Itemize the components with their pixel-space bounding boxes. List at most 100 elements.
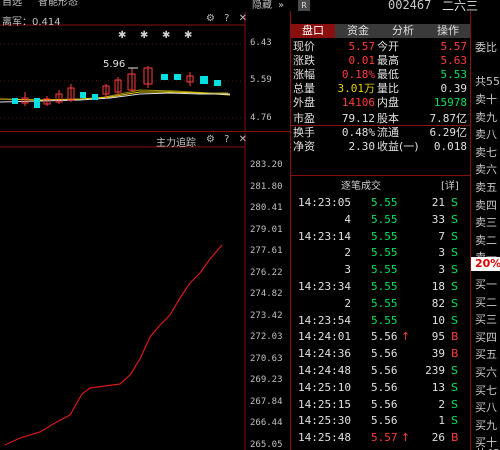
trade-row[interactable]: 14:23:34 5.55 18 S [291, 280, 470, 294]
trade-row[interactable]: 14:24:01 5.56 ↑ 95 B [291, 330, 470, 344]
quote-value: 79.12 [341, 112, 375, 125]
buy-level-label: 买四 [475, 330, 497, 344]
main-force-panel[interactable]: 主力追踪 ⚙ ? ✕ 283.20 281.80 280.41 279.01 277.6… [0, 133, 290, 450]
trade-row[interactable]: 14:25:30 5.56 1 S [291, 414, 470, 428]
quote-label: 最低 [377, 68, 399, 81]
lower-y-label: 265.05 [250, 439, 283, 450]
trade-row[interactable]: 14:24:48 5.56 239 S [291, 364, 470, 378]
quote-value: 0.48% [341, 126, 375, 139]
tab-funds[interactable]: 资金 [336, 24, 380, 38]
trade-time: 2 [344, 246, 351, 260]
trade-volume: 10 [431, 313, 445, 327]
trades-detail-link[interactable]: [详] [441, 177, 459, 192]
trade-row[interactable]: 3 5.55 3 S [291, 263, 470, 277]
buy-level-label: 买八 [475, 401, 497, 415]
quote-row: 换手 0.48% 流通 6.29亿 [291, 126, 470, 140]
commission-ratio-value: 20% [471, 257, 500, 271]
trade-volume: 3 [438, 246, 445, 260]
y-label-top: 6.43 [250, 38, 272, 48]
trade-row[interactable]: 2 5.55 3 S [291, 246, 470, 260]
trade-row[interactable]: 14:25:15 5.56 2 S [291, 398, 470, 412]
quote-value: 0.39 [440, 82, 468, 95]
trade-time: 14:24:01 [298, 330, 351, 344]
r-badge[interactable]: R [298, 0, 310, 11]
quote-value: 7.87亿 [429, 112, 468, 125]
trade-price: 5.55 [371, 246, 398, 260]
trade-volume: 82 [431, 296, 445, 310]
quote-label: 涨幅 [293, 68, 315, 81]
lower-y-label: 280.41 [250, 203, 283, 213]
trade-price: 5.55 [371, 263, 398, 277]
quote-row: 涨幅 0.18% 最低 5.53 [291, 68, 470, 82]
lower-toolbar-icons[interactable]: ⚙ ? ✕ [206, 134, 250, 145]
main-force-chart [0, 133, 246, 450]
trade-row[interactable]: 14:23:54 5.55 10 S [291, 314, 470, 328]
trade-row[interactable]: 14:24:36 5.56 39 B [291, 347, 470, 361]
hide-button[interactable]: 隐藏 [252, 0, 272, 12]
trade-price: 5.55 [371, 196, 398, 209]
candlestick-chart: ✱ ✱ ✱ ✱ [0, 12, 246, 132]
sell-level-label: 卖四 [475, 198, 497, 212]
trade-volume: 39 [431, 347, 445, 361]
trade-volume: 21 [431, 196, 445, 209]
sell-level-label: 卖二 [475, 233, 497, 247]
trade-volume: 33 [431, 212, 445, 226]
quote-label: 流通 [377, 126, 399, 139]
buy-total-label: 共43 [475, 445, 500, 450]
trade-time: 14:25:15 [298, 397, 351, 411]
trade-price: 5.56 [371, 364, 398, 377]
trade-volume: 95 [431, 330, 445, 344]
trade-row[interactable]: 2 5.55 82 S [291, 297, 470, 311]
trade-side: S [451, 280, 458, 293]
high-callout: 5.96 [103, 59, 126, 70]
lower-y-label: 272.03 [250, 332, 283, 342]
quote-value: 6.29亿 [429, 126, 468, 139]
trade-row[interactable]: 14:23:14 5.55 7 S [291, 230, 470, 244]
tab-smart-pattern[interactable]: 智能形态 [38, 0, 78, 10]
sell-level-label: 卖十 [475, 93, 497, 106]
expand-arrow-icon[interactable]: » [278, 0, 284, 12]
svg-text:✱: ✱ [162, 30, 170, 41]
candlestick-panel[interactable]: ✱ ✱ ✱ ✱ 离军：0.414 ⚙ ? ✕ 5.96 6.43 5.59 4.… [0, 12, 290, 132]
trade-row[interactable]: 14:23:05 5.55 21 S [291, 196, 470, 210]
trade-side: S [451, 263, 458, 277]
trade-price: 5.56 [371, 414, 398, 428]
trade-side: B [451, 431, 459, 445]
quote-value: 0.018 [433, 140, 467, 153]
sell-level-label: 卖八 [475, 128, 497, 142]
trade-side: S [451, 246, 458, 260]
quote-row: 外盘 14106 内盘 15978 [291, 96, 470, 110]
quote-label: 最高 [377, 54, 399, 67]
trade-arrow: ↑ [401, 431, 411, 445]
trade-price: 5.55 [371, 296, 398, 310]
trade-time: 14:23:34 [298, 280, 351, 293]
quote-label: 涨跌 [293, 54, 315, 67]
quote-row: 涨跌 0.01 最高 5.63 [291, 54, 470, 68]
tab-order-book[interactable]: 盘口 [291, 24, 335, 38]
sell-level-label: 卖九 [475, 110, 497, 124]
trade-side: S [451, 380, 458, 394]
trade-row[interactable]: 14:25:10 5.56 13 S [291, 381, 470, 395]
stock-code: 002467 [388, 0, 432, 12]
buy-level-label: 买一 [475, 278, 497, 291]
quote-value: 5.53 [440, 68, 468, 81]
quote-row: 市盈 79.12 股本 7.87亿 [291, 112, 470, 126]
upper-toolbar-icons[interactable]: ⚙ ? ✕ [206, 13, 250, 24]
trade-row[interactable]: 4 5.55 33 S [291, 213, 470, 227]
main-force-line [4, 244, 223, 446]
top-bar: 自选 智能形态 隐藏 » R 002467 二六三 [0, 0, 500, 13]
trade-side: S [451, 364, 458, 377]
trade-row[interactable]: 14:25:48 5.57 ↑ 26 B [291, 431, 470, 445]
lower-y-label: 277.61 [250, 246, 283, 256]
tab-watchlist[interactable]: 自选 [2, 0, 22, 10]
lower-y-label: 266.44 [250, 418, 283, 428]
trade-price: 5.56 [371, 347, 398, 361]
lower-y-label: 269.23 [250, 375, 283, 385]
tab-operation[interactable]: 操作 [426, 24, 470, 38]
trade-price: 5.55 [371, 212, 398, 226]
trade-time: 14:23:14 [298, 229, 351, 243]
sell-level-label: 卖五 [475, 181, 497, 194]
tab-analysis[interactable]: 分析 [381, 24, 425, 38]
quote-label: 股本 [377, 112, 399, 125]
trade-time: 14:23:05 [298, 196, 351, 209]
